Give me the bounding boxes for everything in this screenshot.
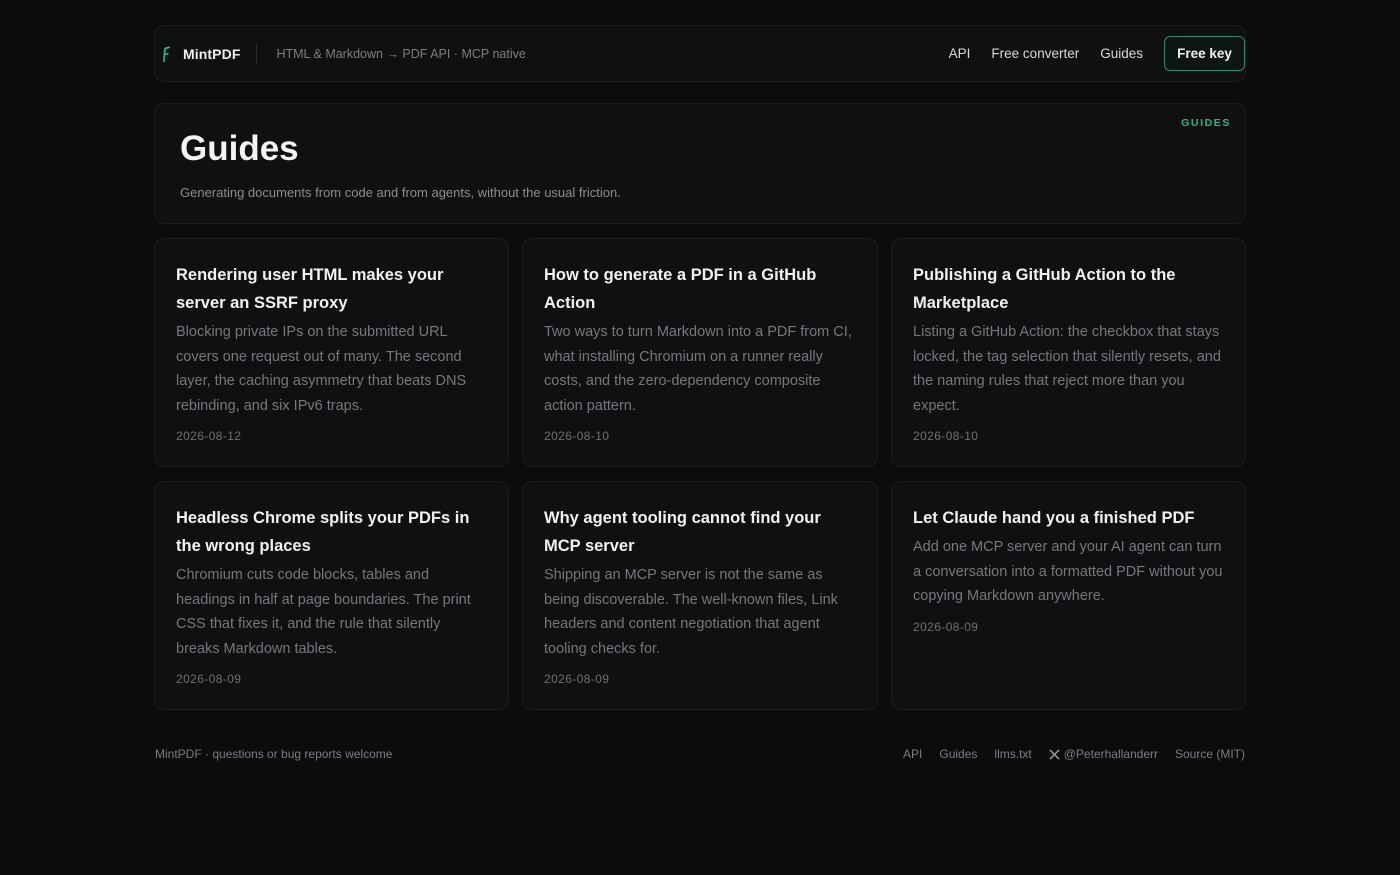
guide-card[interactable]: Let Claude hand you a finished PDF Add o…: [891, 481, 1246, 710]
section-badge: GUIDES: [1181, 117, 1231, 129]
guide-title: Headless Chrome splits your PDFs in the …: [176, 509, 470, 555]
footer-link-llms-txt[interactable]: llms.txt: [994, 747, 1031, 761]
footer-link-guides[interactable]: Guides: [939, 747, 977, 761]
page-title: Guides: [180, 129, 299, 168]
guide-title: Rendering user HTML makes your server an…: [176, 266, 444, 312]
guide-date: 2026-08-09: [544, 672, 610, 686]
page-container: MintPDF HTML & Markdown → PDF API · MCP …: [154, 25, 1246, 761]
guide-card[interactable]: Publishing a GitHub Action to the Market…: [891, 238, 1246, 467]
guide-date: 2026-08-12: [176, 429, 242, 443]
guide-description: Blocking private IPs on the submitted UR…: [176, 324, 467, 414]
nav-link-guides[interactable]: Guides: [1100, 46, 1143, 61]
footer-link-source[interactable]: Source (MIT): [1175, 747, 1245, 761]
guide-title: Publishing a GitHub Action to the Market…: [913, 266, 1176, 312]
site-footer: MintPDF · questions or bug reports welco…: [154, 747, 1246, 761]
guide-date: 2026-08-10: [544, 429, 610, 443]
guides-hero: Guides Generating documents from code an…: [154, 103, 1246, 224]
guide-card[interactable]: Why agent tooling cannot find your MCP s…: [522, 481, 878, 710]
nav-link-free-converter[interactable]: Free converter: [991, 46, 1079, 61]
brand-logo[interactable]: MintPDF: [161, 43, 258, 64]
mint-leaf-icon: [163, 46, 170, 62]
brand-tagline: HTML & Markdown → PDF API · MCP native: [276, 46, 526, 61]
guide-card[interactable]: How to generate a PDF in a GitHub Action…: [522, 238, 878, 467]
guide-description: Listing a GitHub Action: the checkbox th…: [913, 324, 1221, 414]
guides-grid: Rendering user HTML makes your server an…: [154, 238, 1246, 710]
brand-name: MintPDF: [183, 45, 241, 62]
footer-links: API Guides llms.txt @Peterhallanderr Sou…: [903, 747, 1245, 761]
guide-title: How to generate a PDF in a GitHub Action: [544, 266, 817, 312]
guide-date: 2026-08-10: [913, 429, 979, 443]
guide-description: Two ways to turn Markdown into a PDF fro…: [544, 324, 852, 414]
free-key-button[interactable]: Free key: [1164, 36, 1245, 71]
guide-card[interactable]: Rendering user HTML makes your server an…: [154, 238, 509, 467]
footer-link-api[interactable]: API: [903, 747, 922, 761]
guide-title: Let Claude hand you a finished PDF: [913, 509, 1195, 527]
guide-description: Add one MCP server and your AI agent can…: [913, 539, 1223, 604]
x-handle: @Peterhallanderr: [1063, 747, 1158, 761]
footer-note: MintPDF · questions or bug reports welco…: [155, 747, 393, 761]
guide-description: Shipping an MCP server is not the same a…: [544, 567, 838, 657]
guide-date: 2026-08-09: [913, 619, 979, 634]
top-nav-bar: MintPDF HTML & Markdown → PDF API · MCP …: [154, 25, 1246, 82]
guide-card[interactable]: Headless Chrome splits your PDFs in the …: [154, 481, 509, 710]
nav-link-api[interactable]: API: [949, 46, 971, 61]
guide-date: 2026-08-09: [176, 672, 242, 686]
footer-link-x-profile[interactable]: @Peterhallanderr: [1049, 747, 1158, 761]
main-nav: API Free converter Guides Free key: [949, 36, 1245, 71]
x-logo-icon: [1049, 748, 1060, 760]
guide-description: Chromium cuts code blocks, tables and he…: [176, 567, 471, 657]
page-subtitle: Generating documents from code and from …: [180, 185, 621, 200]
guide-title: Why agent tooling cannot find your MCP s…: [544, 509, 821, 555]
